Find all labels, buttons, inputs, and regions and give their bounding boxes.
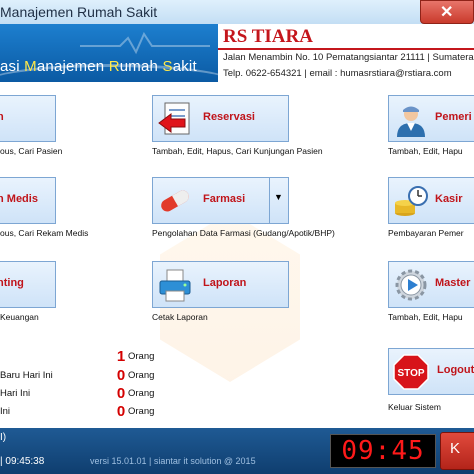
pasien-caption: ous, Cari Pasien xyxy=(0,146,63,156)
main-menu: n ous, Cari Pasien Reservasi Tambah, Edi… xyxy=(0,82,474,428)
logout-caption: Keluar Sistem xyxy=(388,402,441,412)
logout-label: Logout xyxy=(437,364,474,376)
divider xyxy=(218,48,474,50)
stat-value: 1 xyxy=(116,348,126,365)
accounting-button[interactable]: nting xyxy=(0,261,56,308)
farmasi-button[interactable]: Farmasi ▼ xyxy=(152,177,289,224)
laporan-button[interactable]: Laporan xyxy=(152,261,289,308)
user-info: I) xyxy=(0,432,7,443)
app-title: asi Manajemen Rumah Sakit xyxy=(0,58,197,75)
chevron-down-icon: ▼ xyxy=(274,192,283,202)
login-time: | 09:45:38 xyxy=(0,456,45,467)
laporan-caption: Cetak Laporan xyxy=(152,312,208,322)
reservasi-label: Reservasi xyxy=(203,111,255,123)
rekam-medis-caption: ous, Cari Rekam Medis xyxy=(0,228,89,238)
accounting-caption: Keuangan xyxy=(0,312,39,322)
pemeriksaan-button[interactable]: Pemeri xyxy=(388,95,474,142)
title-bar: Manajemen Rumah Sakit ✕ xyxy=(0,0,474,25)
stats-panel: 1 Orang Baru Hari Ini 0 Orang Hari Ini 0… xyxy=(0,348,160,422)
kasir-caption: Pembayaran Pemer xyxy=(388,228,464,238)
close-button[interactable]: ✕ xyxy=(420,0,474,24)
version-info: versi 15.01.01 | siantar it solution @ 2… xyxy=(90,456,256,466)
svg-text:STOP: STOP xyxy=(397,368,424,379)
close-icon: ✕ xyxy=(440,4,454,21)
gear-play-icon xyxy=(395,269,427,301)
pasien-label: n xyxy=(0,111,4,123)
stop-sign-icon: STOP xyxy=(393,354,429,390)
hospital-contact: Telp. 0622-654321 | email : humasrstiara… xyxy=(223,68,452,79)
digital-clock: 09:45 xyxy=(330,434,436,468)
hospital-address: Jalan Menambin No. 10 Pematangsiantar 21… xyxy=(223,52,474,63)
status-bar: I) | 09:45:38 versi 15.01.01 | siantar i… xyxy=(0,428,474,474)
app-banner: asi Manajemen Rumah Sakit xyxy=(0,24,218,82)
reservasi-button[interactable]: Reservasi xyxy=(152,95,289,142)
hospital-name: RS TIARA xyxy=(223,26,313,47)
master-label: Master xyxy=(435,277,471,289)
accounting-label: nting xyxy=(0,277,24,289)
stat-value: 0 xyxy=(116,385,126,402)
pemeriksaan-label: Pemeri xyxy=(435,111,472,123)
k-button[interactable]: K xyxy=(440,432,474,470)
reservasi-caption: Tambah, Edit, Hapus, Cari Kunjungan Pasi… xyxy=(152,146,323,156)
farmasi-caption: Pengolahan Data Farmasi (Gudang/Apotik/B… xyxy=(152,228,335,238)
capsule-icon xyxy=(161,190,189,212)
farmasi-label: Farmasi xyxy=(203,193,246,205)
header-banner: asi Manajemen Rumah Sakit RS TIARA Jalan… xyxy=(0,24,474,82)
pasien-button[interactable]: n xyxy=(0,95,56,142)
master-button[interactable]: Master xyxy=(388,261,474,308)
kasir-button[interactable]: Kasir xyxy=(388,177,474,224)
clipboard-arrow-icon xyxy=(158,102,190,135)
printer-icon xyxy=(159,269,191,302)
master-caption: Tambah, Edit, Hapu xyxy=(388,312,463,322)
stat-row: Ini 0 Orang xyxy=(0,403,155,420)
stat-row: Baru Hari Ini 0 Orang xyxy=(0,367,155,384)
window-title: Manajemen Rumah Sakit xyxy=(0,4,158,20)
stat-row: Hari Ini 0 Orang xyxy=(0,385,155,402)
doctor-icon xyxy=(397,106,425,137)
stat-value: 0 xyxy=(116,403,126,420)
rekam-medis-label: n Medis xyxy=(0,193,38,205)
logout-button[interactable]: STOP Logout xyxy=(388,348,474,395)
kasir-label: Kasir xyxy=(435,193,463,205)
coins-clock-icon xyxy=(395,186,428,216)
stat-row: 1 Orang xyxy=(0,348,160,365)
pemeriksaan-caption: Tambah, Edit, Hapu xyxy=(388,146,463,156)
laporan-label: Laporan xyxy=(203,277,247,289)
rekam-medis-button[interactable]: n Medis xyxy=(0,177,56,224)
stat-value: 0 xyxy=(116,367,126,384)
heartbeat-icon xyxy=(80,32,210,55)
farmasi-dropdown[interactable]: ▼ xyxy=(269,178,288,223)
